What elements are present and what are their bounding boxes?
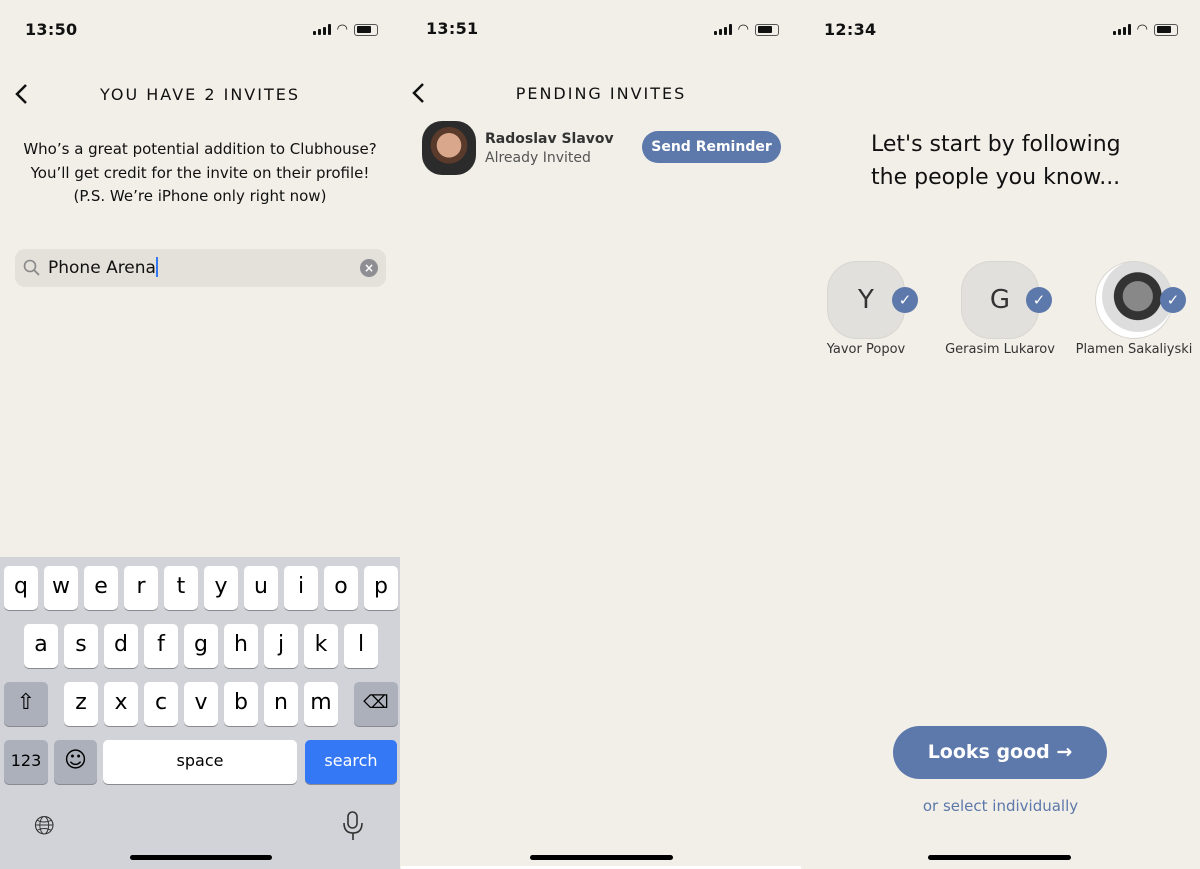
status-time: 13:50 <box>25 20 78 39</box>
key-c[interactable]: c <box>144 682 178 726</box>
backspace-key[interactable]: ⌫ <box>354 682 398 726</box>
person-name: Gerasim Lukarov <box>945 342 1055 357</box>
key-n[interactable]: n <box>264 682 298 726</box>
person-gerasim[interactable]: G ✓ Gerasim Lukarov <box>935 261 1065 357</box>
desc-line: Who’s a great potential addition to Club… <box>23 140 377 158</box>
key-d[interactable]: d <box>104 624 138 668</box>
key-o[interactable]: o <box>324 566 358 610</box>
avatar-initial: Y <box>858 285 874 315</box>
search-input[interactable]: Phone Arena × <box>15 249 386 287</box>
key-r[interactable]: r <box>124 566 158 610</box>
avatar: G ✓ <box>961 261 1052 339</box>
follow-screen: 12:34 ◠ Let's start by following the peop… <box>801 0 1200 869</box>
person-plamen[interactable]: ✓ Plamen Sakaliyski <box>1069 261 1199 357</box>
list-item: Radoslav Slavov Already Invited <box>422 121 614 175</box>
wifi-icon: ◠ <box>336 22 348 37</box>
invite-status: Already Invited <box>485 149 591 166</box>
emoji-key[interactable]: ☺ <box>54 740 97 784</box>
space-key[interactable]: space <box>103 740 297 784</box>
wifi-icon: ◠ <box>1136 22 1148 37</box>
shift-key[interactable]: ⇧ <box>4 682 48 726</box>
key-s[interactable]: s <box>64 624 98 668</box>
page-title: PENDING INVITES <box>515 84 687 103</box>
check-icon[interactable]: ✓ <box>892 287 918 313</box>
avatar: Y ✓ <box>827 261 918 339</box>
key-q[interactable]: q <box>4 566 38 610</box>
avatar-initial: G <box>989 285 1011 315</box>
pending-invites-screen: 13:51 ◠ PENDING INVITES Radoslav Slavov A… <box>401 0 801 869</box>
key-v[interactable]: v <box>184 682 218 726</box>
key-t[interactable]: t <box>164 566 198 610</box>
key-k[interactable]: k <box>304 624 338 668</box>
key-p[interactable]: p <box>364 566 398 610</box>
heading-line: the people you know... <box>871 165 1121 190</box>
key-u[interactable]: u <box>244 566 278 610</box>
clear-icon[interactable]: × <box>360 259 378 277</box>
avatar <box>422 121 476 175</box>
battery-icon <box>354 23 378 36</box>
key-x[interactable]: x <box>104 682 138 726</box>
keyboard: ⇧ ⌫ 123 ☺ space search 🌐︎ qwertyuiop asdf… <box>0 557 400 869</box>
key-l[interactable]: l <box>344 624 378 668</box>
key-i[interactable]: i <box>284 566 318 610</box>
key-y[interactable]: y <box>204 566 238 610</box>
desc-line: You’ll get credit for the invite on thei… <box>30 163 370 182</box>
person-yavor[interactable]: Y ✓ Yavor Popov <box>801 261 931 357</box>
battery-icon <box>1154 23 1178 36</box>
key-a[interactable]: a <box>24 624 58 668</box>
send-reminder-button[interactable]: Send Reminder <box>642 131 781 163</box>
heading-line: Let's start by following <box>871 132 1121 157</box>
status-icons: ◠ <box>1112 22 1178 37</box>
text-caret <box>155 257 158 277</box>
invitee-name: Radoslav Slavov <box>485 130 614 147</box>
signal-icon <box>312 24 331 35</box>
key-j[interactable]: j <box>264 624 298 668</box>
key-b[interactable]: b <box>224 682 258 726</box>
avatar: ✓ <box>1095 261 1186 339</box>
search-icon <box>23 259 40 276</box>
check-icon[interactable]: ✓ <box>1160 287 1186 313</box>
signal-icon <box>713 24 732 35</box>
wifi-icon: ◠ <box>737 22 749 37</box>
battery-icon <box>755 23 779 36</box>
invite-screen: 13:50 ◠ YOU HAVE 2 INVITES Who’s a great… <box>0 0 400 869</box>
invite-description: Who’s a great potential addition to Club… <box>0 138 400 209</box>
search-key[interactable]: search <box>305 740 397 784</box>
key-m[interactable]: m <box>304 682 338 726</box>
key-g[interactable]: g <box>184 624 218 668</box>
key-w[interactable]: w <box>44 566 78 610</box>
globe-icon[interactable]: 🌐︎ <box>34 811 55 842</box>
signal-icon <box>1112 24 1131 35</box>
key-z[interactable]: z <box>64 682 98 726</box>
home-indicator <box>530 855 673 860</box>
home-indicator <box>130 855 272 860</box>
numbers-key[interactable]: 123 <box>4 740 48 784</box>
microphone-icon[interactable] <box>342 810 364 842</box>
status-icons: ◠ <box>312 22 378 37</box>
status-time: 12:34 <box>824 20 877 39</box>
key-f[interactable]: f <box>144 624 178 668</box>
status-icons: ◠ <box>713 22 779 37</box>
desc-line: (P.S. We’re iPhone only right now) <box>73 187 327 205</box>
person-name: Yavor Popov <box>826 342 906 357</box>
page-title: YOU HAVE 2 INVITES <box>99 85 301 104</box>
select-individually-link[interactable]: or select individually <box>801 797 1200 815</box>
person-name: Plamen Sakaliyski <box>1075 342 1193 357</box>
home-indicator <box>928 855 1071 860</box>
looks-good-button[interactable]: Looks good → <box>893 726 1107 779</box>
check-icon[interactable]: ✓ <box>1026 287 1052 313</box>
key-h[interactable]: h <box>224 624 258 668</box>
status-time: 13:51 <box>426 19 479 38</box>
heading: Let's start by following the people you k… <box>871 128 1121 194</box>
search-value: Phone Arena <box>48 258 156 278</box>
key-e[interactable]: e <box>84 566 118 610</box>
